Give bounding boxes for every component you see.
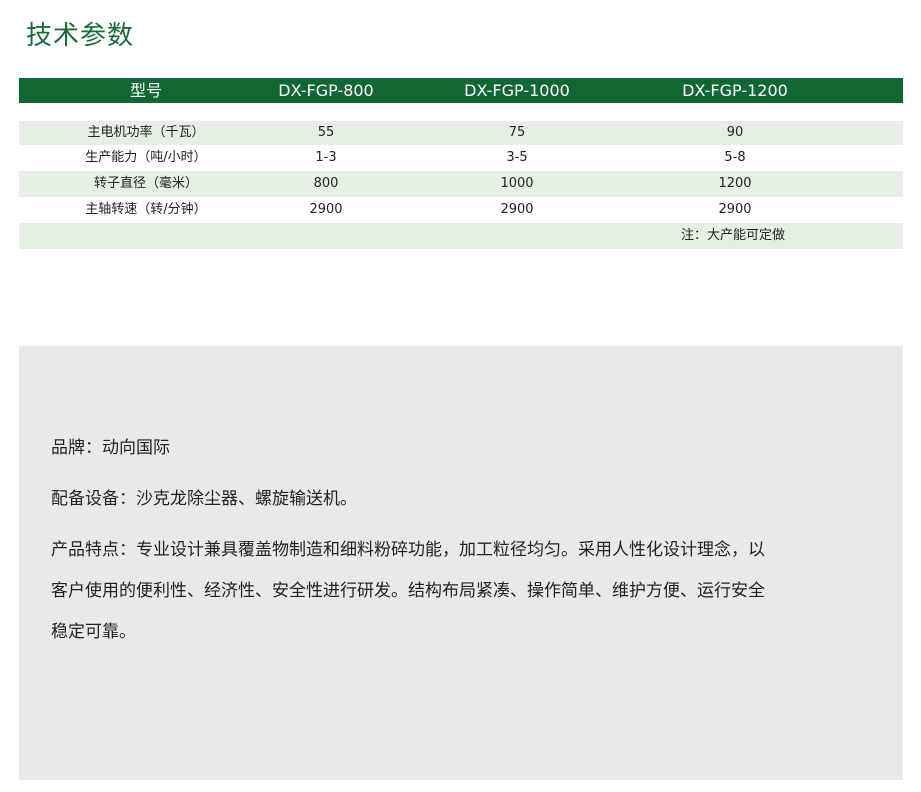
table-note-row: 注：大产能可定做 (19, 223, 903, 249)
table-cell: 90 (726, 125, 744, 140)
equipment-line: 配备设备：沙克龙除尘器、螺旋输送机。 (51, 489, 357, 509)
features-line-1: 产品特点：专业设计兼具覆盖物制造和细料粉碎功能，加工粒径均匀。采用人性化设计理念… (51, 540, 765, 560)
header-model-800: DX-FGP-800 (278, 81, 374, 100)
spec-table: 型号 DX-FGP-800 DX-FGP-1000 DX-FGP-1200 主电… (19, 78, 903, 249)
table-row: 转子直径（毫米） 800 1000 1200 (19, 171, 903, 197)
table-cell: 2900 (500, 202, 534, 217)
row-label: 主轴转速（转/分钟） (85, 202, 207, 217)
table-cell: 55 (317, 125, 335, 140)
page-title: 技术参数 (26, 21, 135, 51)
table-cell: 75 (508, 125, 526, 140)
header-model-1000: DX-FGP-1000 (464, 81, 570, 100)
row-label: 主电机功率（千瓦） (87, 125, 205, 140)
header-model-1200: DX-FGP-1200 (682, 81, 788, 100)
table-cell: 2900 (309, 202, 343, 217)
table-note: 注：大产能可定做 (680, 228, 786, 243)
table-cell: 3-5 (506, 150, 528, 165)
description-panel: 品牌：动向国际 配备设备：沙克龙除尘器、螺旋输送机。 产品特点：专业设计兼具覆盖… (19, 346, 903, 780)
description-text: 品牌：动向国际 配备设备：沙克龙除尘器、螺旋输送机。 产品特点：专业设计兼具覆盖… (51, 428, 883, 653)
features-line-2: 客户使用的便利性、经济性、安全性进行研发。结构布局紧凑、操作简单、维护方便、运行… (51, 581, 765, 601)
table-header: 型号 DX-FGP-800 DX-FGP-1000 DX-FGP-1200 (19, 78, 903, 103)
table-cell: 800 (313, 176, 339, 191)
table-row: 主轴转速（转/分钟） 2900 2900 2900 (19, 197, 903, 223)
header-model-label: 型号 (129, 81, 163, 100)
table-cell: 5-8 (724, 150, 746, 165)
table-cell: 1200 (718, 176, 752, 191)
table-row: 生产能力（吨/小时） 1-3 3-5 5-8 (19, 145, 903, 171)
brand-line: 品牌：动向国际 (51, 438, 170, 458)
table-row: 主电机功率（千瓦） 55 75 90 (19, 121, 903, 145)
row-label: 转子直径（毫米） (93, 176, 199, 191)
features-line-3: 稳定可靠。 (51, 622, 136, 642)
table-cell: 1000 (500, 176, 534, 191)
table-cell: 1-3 (315, 150, 337, 165)
row-label: 生产能力（吨/小时） (85, 150, 207, 165)
table-cell: 2900 (718, 202, 752, 217)
